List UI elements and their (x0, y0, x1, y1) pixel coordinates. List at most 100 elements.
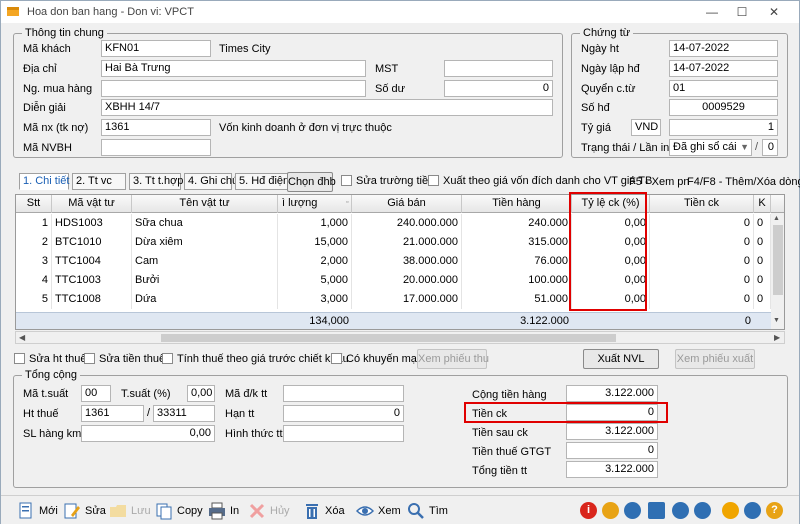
cell-name[interactable]: Cam (132, 252, 278, 271)
new-button[interactable]: Mới (15, 500, 58, 522)
vat-input[interactable]: 0 (566, 442, 658, 459)
promo-qty-input[interactable]: 0,00 (81, 425, 215, 442)
tab-notes[interactable]: 4. Ghi chú (184, 173, 238, 190)
table-row[interactable]: 4 TTC1003 Bưởi 5,000 20.000.000 100.000 0,00 0 0 (16, 271, 771, 290)
tax-code-input[interactable] (444, 60, 553, 77)
cell-amount[interactable]: 240.000 (462, 214, 572, 233)
cell-ck[interactable]: 0 (650, 214, 754, 233)
header-amount[interactable]: Tiền hàng (462, 195, 572, 213)
cell-ck[interactable]: 0 (650, 271, 754, 290)
next-record-icon[interactable] (744, 502, 761, 519)
export-price-checkbox[interactable]: Xuất theo giá vốn đích danh cho VT giá T… (428, 175, 652, 189)
buyer-input[interactable] (101, 80, 366, 97)
tax-account-input[interactable]: 1361 (81, 405, 144, 422)
balance-input[interactable]: 0 (444, 80, 553, 97)
cell-name[interactable]: Dứa (132, 290, 278, 309)
cell-ck[interactable]: 0 (650, 252, 754, 271)
settings-icon[interactable] (624, 502, 641, 519)
delete-button[interactable]: Xóa (301, 500, 345, 522)
description-input[interactable]: XBHH 14/7 (101, 99, 553, 116)
close-button[interactable]: ✕ (759, 1, 789, 23)
table-row[interactable]: 3 TTC1004 Cam 2,000 38.000.000 76.000 0,00 0 0 (16, 252, 771, 271)
column-filter-icon[interactable]: ▫ (346, 199, 348, 206)
table-row[interactable]: 2 BTC1010 Dừa xiêm 15,000 21.000.000 315.000 0… (16, 233, 771, 252)
horizontal-scrollbar[interactable]: ◀ ▶ (15, 331, 785, 344)
invoice-date-input[interactable]: 14-07-2022 (669, 60, 778, 77)
cell-price[interactable]: 21.000.000 (352, 233, 462, 252)
cell-name[interactable]: Sữa chua (132, 214, 278, 233)
table-row[interactable]: 5 TTC1008 Dứa 3,000 17.000.000 51.000 0,00 0 0 (16, 290, 771, 309)
total-input[interactable]: 3.122.000 (566, 461, 658, 478)
cell-price[interactable]: 240.000.000 (352, 214, 462, 233)
copy-button[interactable]: Copy (153, 500, 203, 522)
invoice-no-input[interactable]: 0009529 (669, 99, 778, 116)
tax-before-discount-checkbox[interactable]: Tính thuế theo giá trước chiết khấu (162, 353, 349, 367)
edit-button[interactable]: Sửa (61, 500, 106, 522)
rate-input[interactable]: 1 (669, 119, 778, 136)
customer-code-input[interactable]: KFN01 (101, 40, 211, 57)
header-name[interactable]: Tên vật tư (132, 195, 278, 213)
prev-record-icon[interactable] (694, 502, 711, 519)
after-discount-input[interactable]: 3.122.000 (566, 423, 658, 440)
cell-stt[interactable]: 5 (16, 290, 52, 309)
payment-method-input[interactable] (283, 425, 404, 442)
sum-goods-input[interactable]: 3.122.000 (566, 385, 658, 402)
horizontal-scroll-thumb[interactable] (161, 334, 616, 342)
cell-qty[interactable]: 2,000 (278, 252, 352, 271)
tax-rate-input[interactable]: 0,00 (187, 385, 215, 402)
calculator-icon[interactable] (648, 502, 665, 519)
cell-code[interactable]: BTC1010 (52, 233, 132, 252)
maximize-button[interactable]: ☐ (727, 1, 757, 23)
cell-stt[interactable]: 1 (16, 214, 52, 233)
cell-code[interactable]: TTC1003 (52, 271, 132, 290)
address-input[interactable]: Hai Bà Trưng (101, 60, 366, 77)
notes-icon[interactable] (602, 502, 619, 519)
print-button[interactable]: In (206, 500, 239, 522)
header-price[interactable]: Giá bán (352, 195, 462, 213)
view-issue-button[interactable]: Xem phiếu xuất (675, 349, 755, 369)
cell-k[interactable]: 0 (754, 252, 771, 271)
cell-amount[interactable]: 76.000 (462, 252, 572, 271)
cell-k[interactable]: 0 (754, 271, 771, 290)
cell-qty[interactable]: 1,000 (278, 214, 352, 233)
help-icon[interactable]: ? (766, 502, 783, 519)
choose-order-button[interactable]: Chọn đhb (287, 172, 336, 192)
info-icon[interactable]: i (580, 502, 597, 519)
cell-qty[interactable]: 15,000 (278, 233, 352, 252)
tab-details[interactable]: 1. Chi tiết (19, 173, 69, 190)
cell-qty[interactable]: 3,000 (278, 290, 352, 309)
tax-code-input-2[interactable]: 00 (81, 385, 111, 402)
vertical-scroll-thumb[interactable] (773, 225, 783, 295)
tax-account-input-2[interactable]: 33311 (153, 405, 215, 422)
view-button[interactable]: Xem (354, 500, 401, 522)
contract-input[interactable] (283, 385, 404, 402)
cell-code[interactable]: TTC1008 (52, 290, 132, 309)
header-k[interactable]: K (754, 195, 771, 213)
tab-shipping[interactable]: 2. Tt vc (72, 173, 126, 190)
minimize-button[interactable]: — (697, 1, 727, 23)
cell-name[interactable]: Bưởi (132, 271, 278, 290)
cell-price[interactable]: 17.000.000 (352, 290, 462, 309)
cell-amount[interactable]: 51.000 (462, 290, 572, 309)
print-count-input[interactable]: 0 (762, 139, 778, 156)
vertical-scrollbar[interactable]: ▲ ▼ (771, 213, 784, 329)
due-input[interactable]: 0 (283, 405, 404, 422)
debit-account-input[interactable]: 1361 (101, 119, 211, 136)
status-select[interactable]: Đã ghi sổ cái ▼ (669, 139, 752, 156)
cancel-button[interactable]: Hủy (246, 500, 290, 522)
cell-price[interactable]: 38.000.000 (352, 252, 462, 271)
edit-fields-checkbox[interactable]: Sửa trường tiền (341, 175, 434, 189)
cell-qty[interactable]: 5,000 (278, 271, 352, 290)
cell-code[interactable]: HDS1003 (52, 214, 132, 233)
prev-page-icon[interactable] (722, 502, 739, 519)
edit-tax-checkbox[interactable]: Sửa ht thuế (14, 353, 87, 367)
first-record-icon[interactable] (672, 502, 689, 519)
cell-ck[interactable]: 0 (650, 233, 754, 252)
cell-k[interactable]: 0 (754, 290, 771, 309)
tab-e-invoice[interactable]: 5. Hđ điện tử (235, 173, 303, 190)
export-nvl-button[interactable]: Xuất NVL (583, 349, 659, 369)
header-stt[interactable]: Stt (16, 195, 52, 213)
tab-summary[interactable]: 3. Tt t.hợp (129, 173, 183, 190)
cell-code[interactable]: TTC1004 (52, 252, 132, 271)
edit-tax-amount-checkbox[interactable]: Sửa tiền thuế (84, 353, 165, 367)
